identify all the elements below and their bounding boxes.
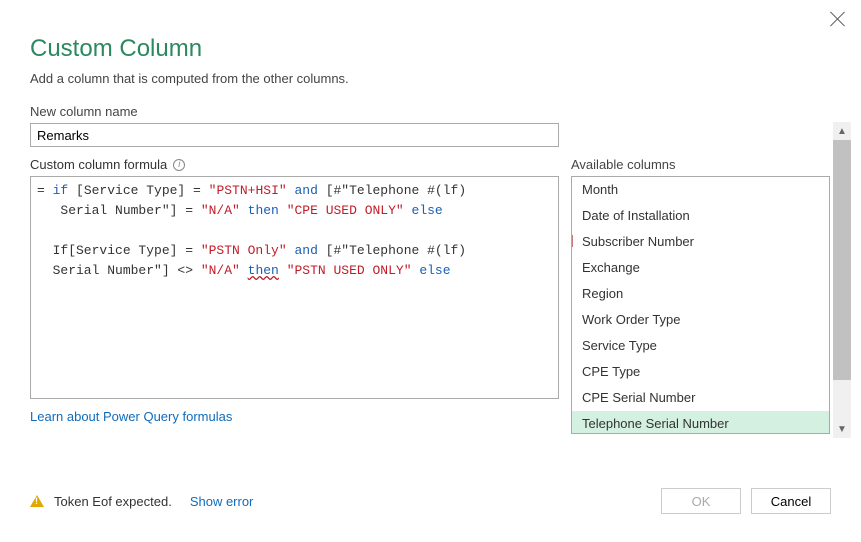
ok-button[interactable]: OK [661, 488, 741, 514]
column-item[interactable]: CPE Serial Number [572, 385, 829, 411]
warning-icon [30, 495, 44, 507]
dialog-scrollbar[interactable]: ▲ ▼ [833, 122, 851, 438]
column-item[interactable]: Month [572, 177, 829, 203]
column-item[interactable]: Region [572, 281, 829, 307]
scroll-thumb[interactable] [833, 140, 851, 380]
error-text: Token Eof expected. [54, 494, 172, 509]
column-item[interactable]: Subscriber Number [572, 229, 829, 255]
column-item[interactable]: CPE Type [572, 359, 829, 385]
dialog-subtitle: Add a column that is computed from the o… [30, 71, 831, 86]
dialog-footer: Token Eof expected. Show error OK Cancel [30, 488, 831, 514]
column-item[interactable]: Exchange [572, 255, 829, 281]
column-item[interactable]: Telephone Serial Number [572, 411, 829, 434]
show-error-link[interactable]: Show error [190, 494, 254, 509]
formula-label: Custom column formula [30, 157, 167, 172]
scroll-down-icon[interactable]: ▼ [833, 420, 851, 438]
column-item[interactable]: Service Type [572, 333, 829, 359]
available-columns-list[interactable]: MonthDate of InstallationSubscriber Numb… [571, 176, 830, 434]
learn-formulas-link[interactable]: Learn about Power Query formulas [30, 409, 559, 424]
new-column-name-label: New column name [30, 104, 831, 119]
close-icon[interactable] [829, 10, 847, 28]
info-icon[interactable]: i [173, 159, 185, 171]
column-item[interactable]: Work Order Type [572, 307, 829, 333]
column-item[interactable]: Date of Installation [572, 203, 829, 229]
scroll-up-icon[interactable]: ▲ [833, 122, 851, 140]
new-column-name-input[interactable] [30, 123, 559, 147]
cancel-button[interactable]: Cancel [751, 488, 831, 514]
custom-column-dialog: Custom Column Add a column that is compu… [0, 0, 861, 454]
dialog-title: Custom Column [30, 35, 831, 63]
available-columns-label: Available columns [571, 157, 830, 172]
formula-editor[interactable]: = if [Service Type] = "PSTN+HSI" and [#"… [30, 176, 559, 399]
